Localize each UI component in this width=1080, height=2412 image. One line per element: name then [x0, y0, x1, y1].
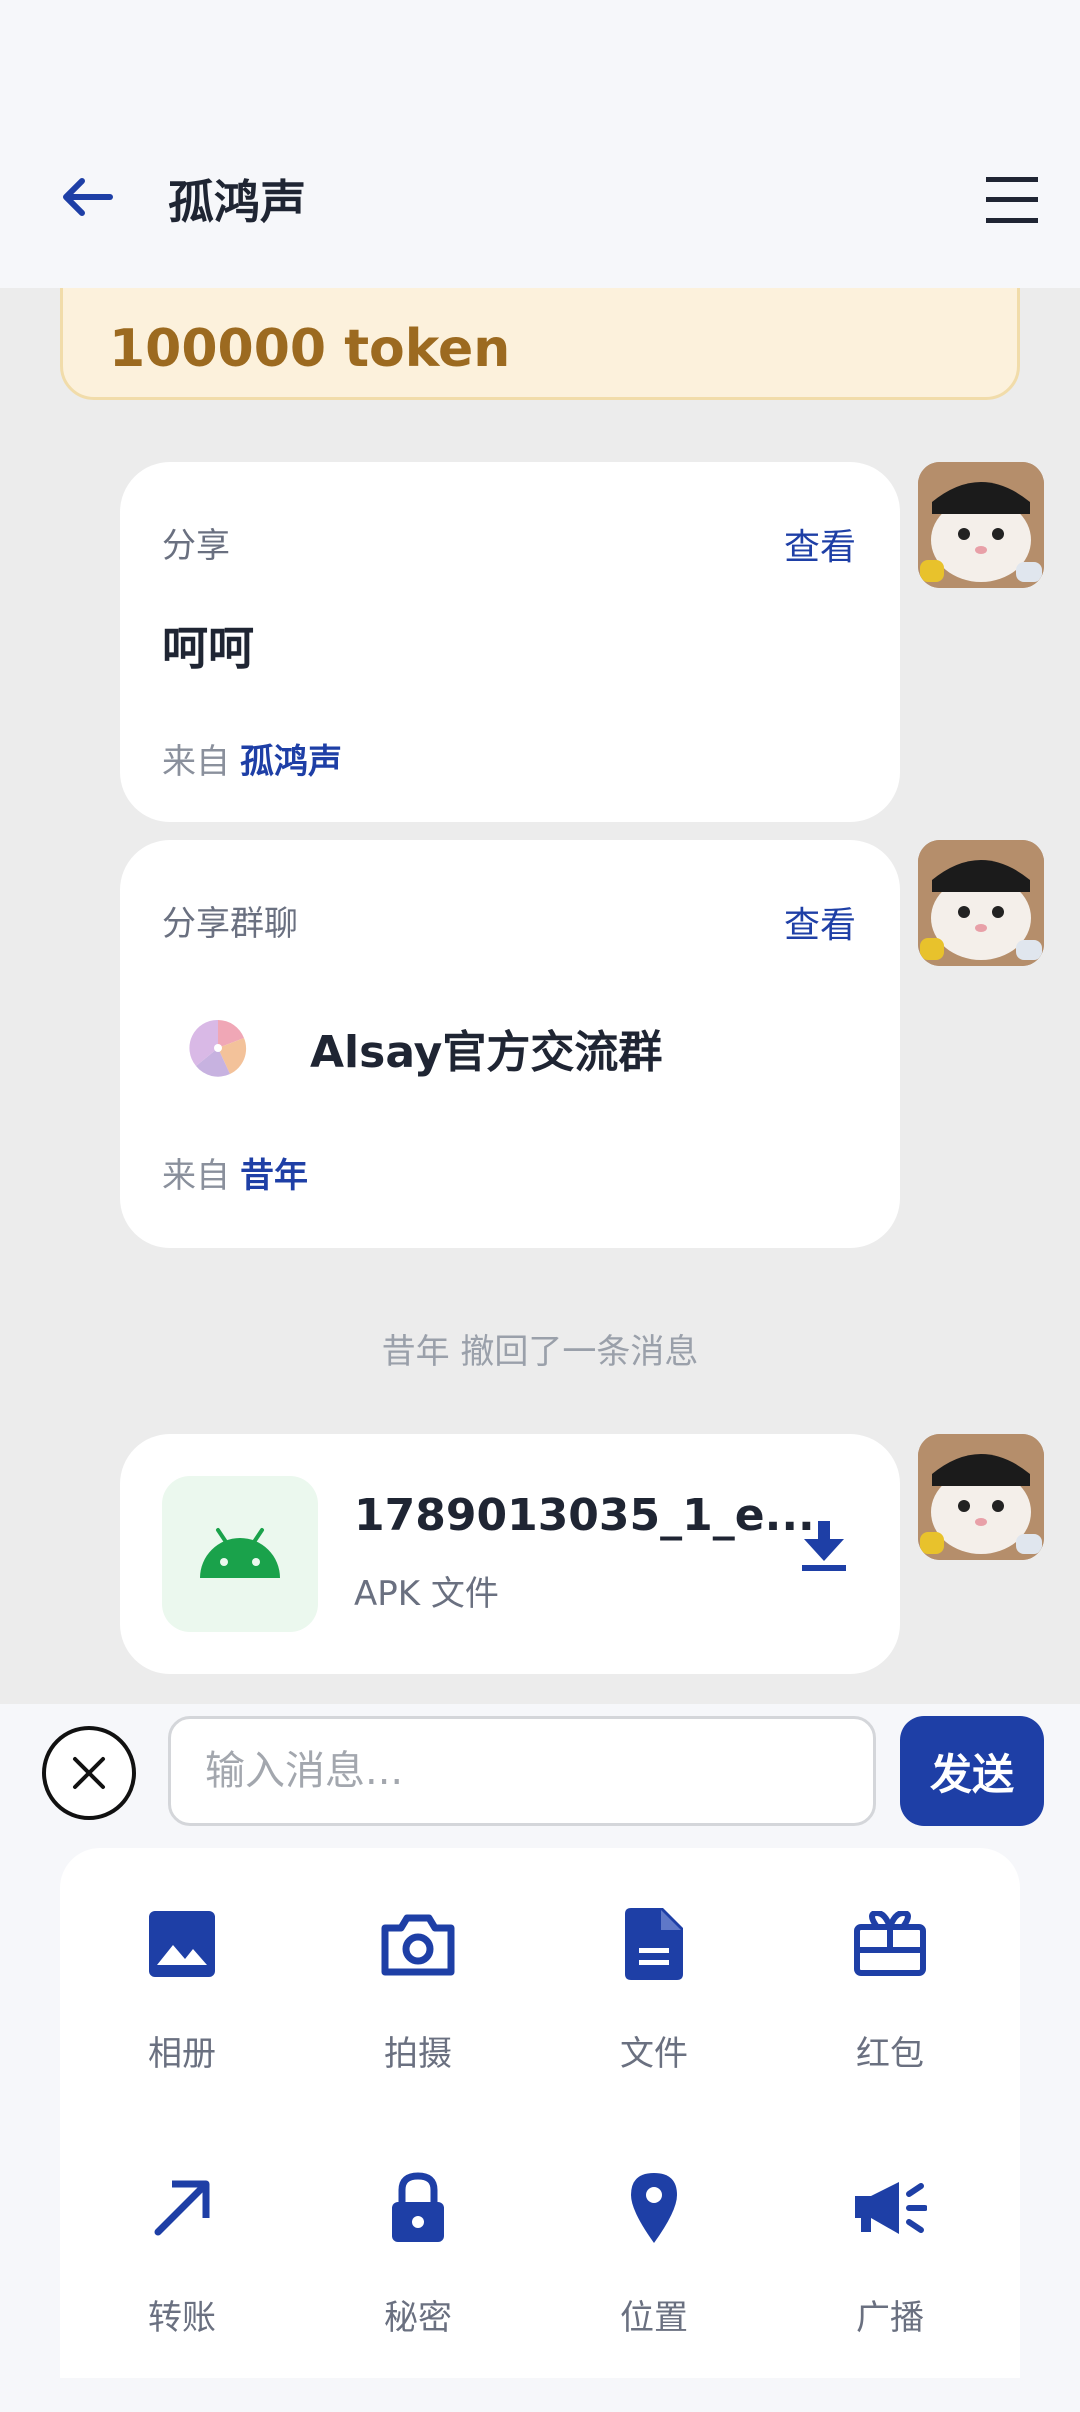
panel-item-red-packet[interactable]: 红包: [772, 1848, 1008, 2088]
close-icon: [73, 1757, 105, 1789]
hamburger-menu-icon: [986, 177, 1038, 223]
arrow-up-right-icon: [154, 2180, 210, 2236]
from-prefix: 来自: [162, 1156, 230, 1196]
panel-item-label: 拍摄: [384, 2034, 452, 2074]
share-type-label: 分享群聊: [162, 904, 298, 944]
view-link[interactable]: 查看: [784, 896, 856, 948]
from-name[interactable]: 孤鸿声: [240, 742, 342, 782]
gift-icon: [854, 1911, 926, 1976]
avatar[interactable]: [918, 462, 1044, 588]
from-prefix: 来自: [162, 742, 230, 782]
share-from: 来自 昔年: [162, 1148, 308, 1197]
group-share-message-bubble[interactable]: 分享群聊 查看 Alsay官方交流群 来自 昔年: [120, 840, 900, 1248]
panel-item-label: 转账: [148, 2298, 216, 2338]
camera-icon: [381, 1914, 455, 1976]
message-list[interactable]: 100000 token 分享 查看 呵呵 来自 孤鸿声 分享群聊 查看 Als…: [0, 288, 1080, 1704]
location-icon: [631, 2173, 677, 2243]
panel-item-file[interactable]: 文件: [536, 1848, 772, 2088]
top-app-bar: 孤鸿声: [0, 0, 1080, 288]
token-card[interactable]: 100000 token: [60, 288, 1020, 400]
token-amount: 100000 token: [109, 319, 511, 379]
recall-notice: 昔年 撤回了一条消息: [381, 1332, 699, 1372]
android-icon: [200, 1528, 280, 1578]
from-name[interactable]: 昔年: [240, 1156, 308, 1196]
cat-avatar-image: [918, 840, 1044, 966]
panel-item-label: 红包: [856, 2034, 924, 2074]
cat-avatar-image: [918, 462, 1044, 588]
panel-item-camera[interactable]: 拍摄: [300, 1848, 536, 2088]
share-type-label: 分享: [162, 526, 230, 566]
panel-item-label: 秘密: [384, 2298, 452, 2338]
panel-item-label: 广播: [856, 2298, 924, 2338]
attachment-panel: 相册 拍摄 文件 红包 转账 秘密 位置 广播: [60, 1848, 1020, 2378]
panel-item-transfer[interactable]: 转账: [64, 2112, 300, 2352]
chat-title: 孤鸿声: [168, 175, 306, 229]
file-type-icon-box: [162, 1476, 318, 1632]
message-input[interactable]: [168, 1716, 876, 1826]
image-icon: [149, 1911, 215, 1977]
chat-screen: 孤鸿声 100000 token 分享 查看 呵呵 来自 孤鸿声 分享群聊 查看…: [0, 0, 1080, 2412]
arrow-left-icon: [63, 178, 113, 216]
share-message-bubble[interactable]: 分享 查看 呵呵 来自 孤鸿声: [120, 462, 900, 822]
group-logo-icon: [186, 1016, 250, 1080]
file-message-bubble[interactable]: 1789013035_1_e... APK 文件: [120, 1434, 900, 1674]
panel-item-secret[interactable]: 秘密: [300, 2112, 536, 2352]
cat-avatar-image: [918, 1434, 1044, 1560]
panel-item-label: 位置: [620, 2298, 688, 2338]
avatar[interactable]: [918, 840, 1044, 966]
lock-icon: [392, 2172, 444, 2242]
view-link[interactable]: 查看: [784, 518, 856, 570]
panel-item-label: 文件: [620, 2034, 688, 2074]
file-icon: [625, 1908, 683, 1980]
group-name: Alsay官方交流群: [310, 1027, 663, 1078]
avatar[interactable]: [918, 1434, 1044, 1560]
file-type: APK 文件: [354, 1574, 499, 1614]
send-button[interactable]: 发送: [900, 1716, 1044, 1826]
message-input-bar: 发送: [0, 1704, 1080, 1844]
panel-item-album[interactable]: 相册: [64, 1848, 300, 2088]
download-icon: [802, 1521, 846, 1571]
close-panel-button[interactable]: [42, 1726, 136, 1820]
panel-item-label: 相册: [148, 2034, 216, 2074]
menu-button[interactable]: [980, 168, 1044, 232]
megaphone-icon: [855, 2182, 927, 2234]
download-button[interactable]: [792, 1514, 856, 1578]
panel-item-location[interactable]: 位置: [536, 2112, 772, 2352]
panel-item-broadcast[interactable]: 广播: [772, 2112, 1008, 2352]
back-button[interactable]: [56, 165, 120, 229]
file-name: 1789013035_1_e...: [354, 1490, 815, 1541]
share-from: 来自 孤鸿声: [162, 734, 342, 783]
share-content: 呵呵: [162, 621, 254, 675]
